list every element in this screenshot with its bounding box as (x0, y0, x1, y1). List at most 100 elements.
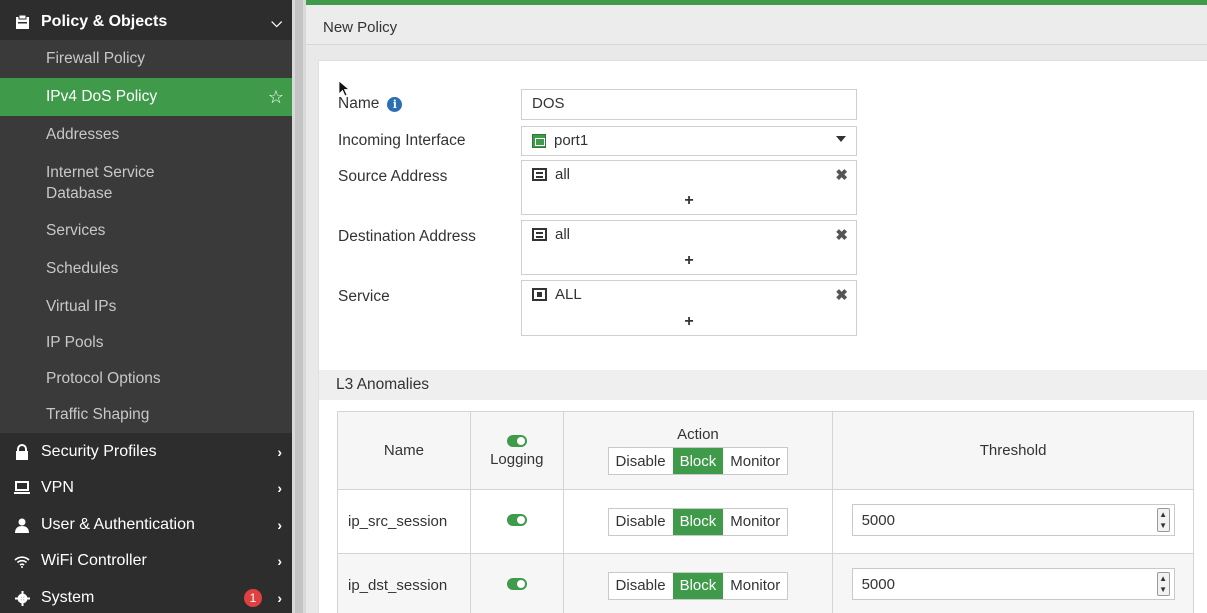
action-segmented-control[interactable]: Disable Block Monitor (607, 571, 789, 600)
sidebar-item-protocol-options[interactable]: Protocol Options (0, 361, 292, 397)
destination-address-field[interactable]: all ✖ + (521, 220, 857, 275)
name-field[interactable]: DOS (521, 89, 857, 120)
stepper-icon[interactable]: ▲ ▼ (1156, 571, 1170, 596)
incoming-interface-label: Incoming Interface (338, 132, 466, 149)
lock-icon (13, 444, 31, 460)
chevron-down-icon: ⌵ (271, 13, 282, 30)
logging-cell (469, 553, 564, 613)
nav-user-authentication[interactable]: User & Authentication › (0, 507, 292, 543)
destination-address-value: all (555, 226, 571, 243)
action-monitor-button[interactable]: Monitor (723, 573, 787, 599)
action-set-all[interactable]: Disable Block Monitor (607, 447, 789, 475)
remove-icon[interactable]: ✖ (835, 226, 848, 244)
sidebar-item-internet-service-database[interactable]: Internet Service Database (0, 154, 292, 212)
nav-policy-objects-label: Policy & Objects (41, 13, 168, 30)
notification-badge: 1 (244, 589, 262, 607)
section-header-l3-anomalies: L3 Anomalies (319, 370, 1207, 400)
nav-wifi-controller[interactable]: WiFi Controller › (0, 543, 292, 579)
sidebar-item-label: Services (46, 222, 106, 239)
sidebar-item-label: Virtual IPs (46, 297, 117, 315)
stepper-icon[interactable]: ▲ ▼ (1156, 507, 1170, 532)
table-row: ip_dst_session Disable Block Monitor 500… (337, 553, 1194, 613)
page-header: New Policy (306, 5, 1207, 45)
nav-label: WiFi Controller (41, 552, 147, 569)
sidebar-item-schedules[interactable]: Schedules (0, 250, 292, 288)
sidebar-scrollbar[interactable] (292, 0, 306, 613)
action-segmented-control[interactable]: Disable Block Monitor (607, 507, 789, 536)
dropdown-caret-icon (836, 136, 846, 142)
add-icon[interactable]: + (522, 313, 856, 331)
toggle-icon[interactable] (506, 434, 527, 447)
sidebar-item-label: IPv4 DoS Policy (46, 88, 158, 105)
threshold-input[interactable]: 5000 ▲ ▼ (851, 567, 1175, 600)
logging-toggle[interactable] (506, 514, 527, 526)
column-header-threshold: Threshold (832, 411, 1194, 490)
source-address-label: Source Address (338, 168, 448, 185)
info-icon[interactable]: i (387, 96, 403, 112)
wifi-icon (13, 555, 31, 568)
user-icon (13, 518, 31, 533)
l3-anomalies-table: Name Logging Action Disable Block Monito… (337, 411, 1194, 613)
column-header-logging[interactable]: Logging (469, 411, 564, 490)
chevron-right-icon: › (277, 480, 282, 496)
threshold-input[interactable]: 5000 ▲ ▼ (851, 503, 1175, 536)
service-label: Service (338, 288, 390, 305)
incoming-interface-select[interactable]: port1 (521, 126, 857, 156)
action-cell: Disable Block Monitor (562, 553, 834, 613)
action-monitor-all[interactable]: Monitor (723, 448, 787, 474)
port-icon (532, 133, 546, 148)
source-address-field[interactable]: all ✖ + (521, 160, 857, 215)
service-icon (532, 288, 547, 301)
action-monitor-button[interactable]: Monitor (723, 509, 787, 535)
sidebar: Policy & Objects ⌵ Firewall Policy IPv4 … (0, 0, 292, 613)
table-row: ip_src_session Disable Block Monitor 500… (337, 489, 1194, 554)
anomaly-name: ip_dst_session (337, 553, 471, 613)
nav-system[interactable]: System 1 › (0, 580, 292, 613)
sidebar-item-firewall-policy[interactable]: Firewall Policy (0, 40, 292, 78)
action-block-button[interactable]: Block (672, 508, 724, 535)
sidebar-item-label: Firewall Policy (46, 50, 146, 67)
action-disable-all[interactable]: Disable (609, 448, 673, 474)
address-icon (532, 228, 547, 241)
clipboard-icon (13, 14, 31, 30)
threshold-value: 5000 (861, 511, 895, 529)
sidebar-item-virtual-ips[interactable]: Virtual IPs (0, 288, 292, 325)
action-disable-button[interactable]: Disable (609, 509, 673, 535)
action-block-button[interactable]: Block (672, 572, 724, 599)
add-icon[interactable]: + (522, 252, 856, 270)
incoming-interface-value-row: port1 (532, 132, 588, 149)
sidebar-item-addresses[interactable]: Addresses (0, 116, 292, 154)
gear-icon (13, 590, 31, 606)
remove-icon[interactable]: ✖ (835, 286, 848, 304)
column-header-name: Name (337, 411, 471, 490)
nav-label: VPN (41, 479, 74, 496)
nav-label: User & Authentication (41, 516, 195, 533)
nav-security-profiles[interactable]: Security Profiles › (0, 434, 292, 470)
anomaly-name: ip_src_session (337, 489, 471, 554)
nav-vpn[interactable]: VPN › (0, 470, 292, 506)
add-icon[interactable]: + (522, 192, 856, 210)
service-entry: ALL (532, 286, 582, 303)
logging-toggle[interactable] (506, 578, 527, 590)
name-value: DOS (532, 95, 565, 112)
chevron-right-icon: › (277, 517, 282, 533)
action-header-label: Action (677, 426, 719, 443)
sidebar-item-services[interactable]: Services (0, 212, 292, 250)
remove-icon[interactable]: ✖ (835, 166, 848, 184)
service-field[interactable]: ALL ✖ + (521, 280, 857, 336)
nav-policy-objects[interactable]: Policy & Objects ⌵ (0, 4, 292, 40)
nav-label: Security Profiles (41, 443, 157, 460)
sidebar-item-traffic-shaping[interactable]: Traffic Shaping (0, 397, 292, 433)
destination-address-entry: all (532, 226, 570, 243)
star-icon[interactable]: ☆ (268, 87, 284, 108)
sidebar-item-ip-pools[interactable]: IP Pools (0, 325, 292, 361)
destination-address-label: Destination Address (338, 228, 476, 245)
scrollbar-thumb[interactable] (295, 0, 303, 613)
logging-toggle-all[interactable] (471, 434, 563, 451)
source-address-value: all (555, 166, 571, 183)
sidebar-item-ipv4-dos-policy[interactable]: IPv4 DoS Policy ☆ (0, 78, 292, 116)
mouse-cursor-icon (338, 80, 350, 97)
threshold-value: 5000 (861, 575, 895, 593)
action-disable-button[interactable]: Disable (609, 573, 673, 599)
action-block-all[interactable]: Block (672, 448, 724, 474)
